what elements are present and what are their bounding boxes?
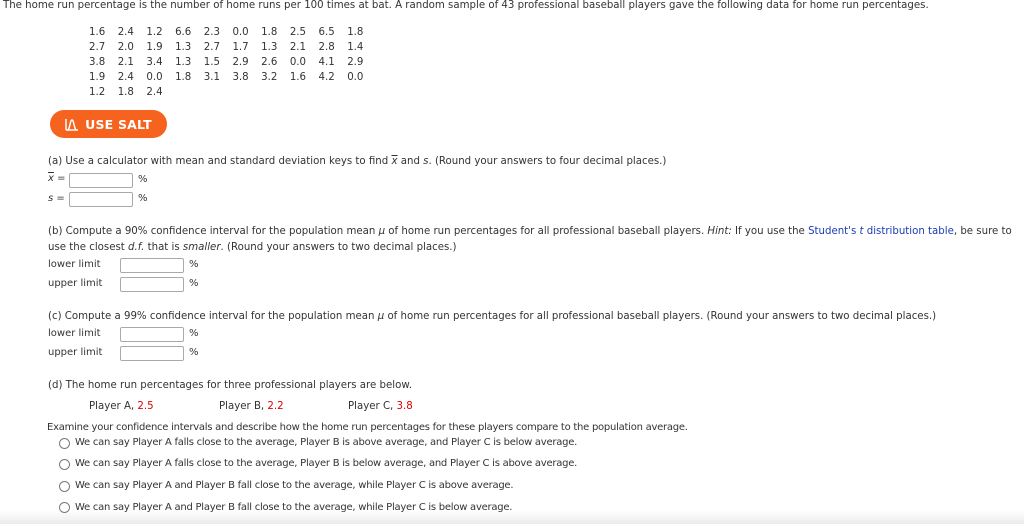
- data-cell: 2.1: [117, 57, 134, 68]
- option-3-radio[interactable]: [59, 481, 70, 492]
- data-row: 2.7 2.0 1.9 1.3 2.7 1.7 1.3 2.1 2.8 1.4: [89, 40, 376, 55]
- data-row: 1.9 2.4 0.0 1.8 3.1 3.8 3.2 1.6 4.2 0.0: [89, 70, 376, 85]
- data-table: 1.6 2.4 1.2 6.6 2.3 0.0 1.8 2.5 6.5 1.8 2.7 2.0 1.9 1…: [89, 25, 376, 100]
- data-cell: 0.0: [289, 57, 307, 68]
- data-cell: 1.4: [347, 42, 364, 53]
- part-c-prompt: (c) Compute a 99% confidence interval fo…: [48, 311, 937, 322]
- c-lower-limit-label: lower limit: [48, 328, 101, 339]
- player-a: Player A, 2.5: [89, 401, 154, 412]
- use-salt-label: USE SALT: [85, 116, 152, 132]
- option-1-label[interactable]: We can say Player A falls close to the a…: [75, 437, 577, 448]
- part-d-intro: (d) The home run percentages for three p…: [48, 380, 412, 391]
- option-1-radio[interactable]: [59, 438, 70, 449]
- data-cell: 1.8: [117, 87, 134, 98]
- b-upper-limit-unit: %: [189, 278, 199, 289]
- data-cell: 1.8: [347, 27, 364, 38]
- t-distribution-table-link[interactable]: Student's t distribution table: [808, 226, 954, 237]
- data-cell: 2.7: [89, 42, 106, 53]
- data-cell: 2.6: [261, 57, 278, 68]
- part-b-prompt-line1: (b) Compute a 90% confidence interval fo…: [48, 226, 1012, 237]
- data-cell: 1.6: [289, 72, 307, 83]
- b-lower-limit-unit: %: [189, 259, 199, 270]
- player-c-value: 3.8: [396, 401, 413, 412]
- data-cell: 1.7: [232, 42, 249, 53]
- player-b: Player B, 2.2: [219, 401, 284, 412]
- xbar-input[interactable]: [69, 173, 133, 188]
- xbar-label: x =: [48, 173, 66, 184]
- data-cell: 2.0: [117, 42, 134, 53]
- b-upper-limit-label: upper limit: [48, 278, 103, 289]
- data-cell: 6.5: [318, 27, 335, 38]
- data-cell: 3.2: [261, 72, 278, 83]
- data-cell: 4.1: [318, 57, 335, 68]
- c-upper-limit-input[interactable]: [120, 346, 184, 361]
- data-cell: 4.2: [318, 72, 335, 83]
- part-a-prompt: (a) Use a calculator with mean and stand…: [48, 156, 667, 167]
- data-cell: 2.4: [117, 27, 134, 38]
- data-cell: 3.8: [232, 72, 249, 83]
- data-cell: 1.3: [261, 42, 278, 53]
- player-b-value: 2.2: [267, 401, 284, 412]
- data-cell: 1.9: [146, 42, 163, 53]
- salt-curve-icon: [65, 118, 79, 131]
- data-cell: 2.3: [203, 27, 220, 38]
- problem-intro: The home run percentage is the number of…: [3, 0, 929, 11]
- s-label: s =: [48, 193, 65, 204]
- data-cell: 1.5: [203, 57, 220, 68]
- data-cell: 1.9: [89, 72, 106, 83]
- part-b-prompt-line2: use the closest d.f. that is smaller. (R…: [48, 242, 457, 253]
- option-4-label[interactable]: We can say Player A and Player B fall cl…: [75, 502, 512, 513]
- data-cell: 2.8: [318, 42, 335, 53]
- c-lower-limit-unit: %: [189, 328, 199, 339]
- data-cell: 1.6: [89, 27, 106, 38]
- s-input[interactable]: [69, 192, 133, 207]
- data-cell: 2.7: [203, 42, 220, 53]
- data-cell: 2.4: [146, 87, 163, 98]
- data-cell: 0.0: [347, 72, 364, 83]
- b-upper-limit-input[interactable]: [120, 277, 184, 292]
- option-3-label[interactable]: We can say Player A and Player B fall cl…: [75, 480, 514, 491]
- xbar-unit: %: [138, 174, 148, 185]
- player-c: Player C, 3.8: [348, 401, 413, 412]
- c-upper-limit-unit: %: [189, 347, 199, 358]
- b-lower-limit-input[interactable]: [120, 258, 184, 273]
- b-lower-limit-label: lower limit: [48, 259, 101, 270]
- data-cell: 1.8: [175, 72, 192, 83]
- data-cell: 1.2: [89, 87, 106, 98]
- data-cell: 2.1: [289, 42, 307, 53]
- data-cell: 1.3: [175, 42, 192, 53]
- data-cell: 2.9: [232, 57, 249, 68]
- data-cell: 1.8: [261, 27, 278, 38]
- s-unit: %: [138, 193, 148, 204]
- use-salt-button[interactable]: USE SALT: [50, 110, 167, 138]
- data-cell: 0.0: [232, 27, 249, 38]
- data-cell: 1.3: [175, 57, 192, 68]
- data-cell: 3.8: [89, 57, 106, 68]
- player-a-value: 2.5: [137, 401, 154, 412]
- data-cell: 6.6: [175, 27, 192, 38]
- data-cell: 2.4: [117, 72, 134, 83]
- c-upper-limit-label: upper limit: [48, 347, 103, 358]
- data-row: 1.2 1.8 2.4: [89, 85, 376, 100]
- part-d-question: Examine your confidence intervals and de…: [47, 422, 688, 433]
- data-cell: 0.0: [146, 72, 163, 83]
- option-4-radio[interactable]: [59, 502, 70, 513]
- data-cell: 2.5: [289, 27, 307, 38]
- data-cell: 3.4: [146, 57, 163, 68]
- data-cell: 3.1: [203, 72, 220, 83]
- data-row: 3.8 2.1 3.4 1.3 1.5 2.9 2.6 0.0 4.1 2.9: [89, 55, 376, 70]
- data-row: 1.6 2.4 1.2 6.6 2.3 0.0 1.8 2.5 6.5 1.8: [89, 25, 376, 40]
- data-cell: 1.2: [146, 27, 163, 38]
- option-2-label[interactable]: We can say Player A falls close to the a…: [75, 458, 577, 469]
- data-cell: 2.9: [347, 57, 364, 68]
- c-lower-limit-input[interactable]: [120, 327, 184, 342]
- option-2-radio[interactable]: [59, 459, 70, 470]
